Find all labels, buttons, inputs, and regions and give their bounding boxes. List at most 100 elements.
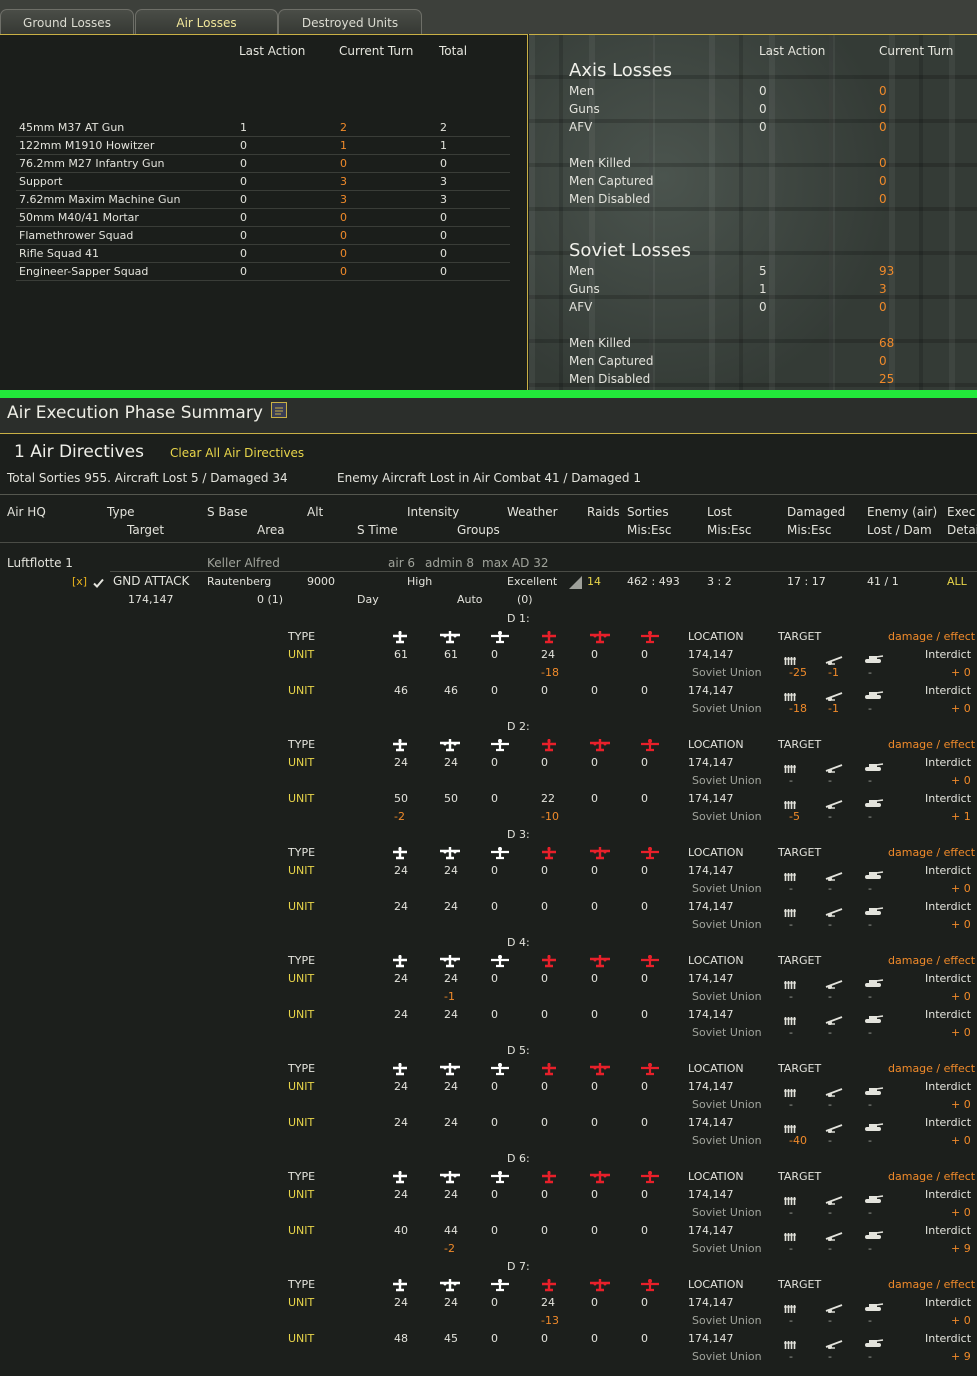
damage-effect-header: damage / effect: [888, 846, 976, 859]
target-loss: -: [828, 1242, 832, 1255]
effect-value: + 0: [951, 1134, 971, 1147]
target-loss: -: [789, 1206, 793, 1219]
axis-detail-current: 0: [879, 192, 887, 206]
unit-label[interactable]: UNIT: [288, 1224, 314, 1237]
soviet-detail-label: Men Disabled: [569, 372, 651, 386]
target-location: 174,147: [688, 972, 734, 985]
air-hq-name[interactable]: Luftflotte 1: [7, 556, 73, 570]
aircraft-count: 0: [641, 1296, 648, 1309]
unit-label[interactable]: UNIT: [288, 684, 314, 697]
axis-losses-title: Axis Losses: [569, 60, 672, 81]
day-block: D 7: TYPE LOCATION TARGET damage / effect UNI…: [0, 1260, 977, 1368]
col-total: Total: [439, 44, 468, 58]
col-intensity: Intensity: [407, 505, 460, 519]
day-label: D 2:: [507, 720, 530, 733]
target-loss: -18: [789, 702, 807, 715]
checkmark-icon[interactable]: [93, 574, 104, 588]
effect-value: + 0: [951, 1206, 971, 1219]
aircraft-count: 24: [444, 972, 458, 985]
report-icon[interactable]: [271, 402, 287, 418]
target-loss: -: [868, 1026, 872, 1039]
directive-exec[interactable]: ALL: [947, 575, 967, 588]
target-loss: -: [789, 774, 793, 787]
location-header: LOCATION: [688, 1170, 744, 1183]
directive-groups: Auto: [457, 593, 483, 606]
target-country: Soviet Union: [692, 882, 762, 895]
unit-label[interactable]: UNIT: [288, 1188, 314, 1201]
enemy-bomber-plane-icon: [590, 845, 610, 860]
target-country: Soviet Union: [692, 1134, 762, 1147]
aircraft-count: 24: [394, 900, 408, 913]
axis-detail-current: 0: [879, 174, 887, 188]
target-country: Soviet Union: [692, 1314, 762, 1327]
type-header: TYPE: [288, 954, 316, 967]
unit-label[interactable]: UNIT: [288, 1116, 314, 1129]
aircraft-loss: -1: [444, 990, 455, 1003]
unit-label[interactable]: UNIT: [288, 756, 314, 769]
col-target: Target: [127, 523, 165, 537]
tank-icon: [864, 793, 884, 812]
clear-directives-link[interactable]: Clear All Air Directives: [170, 446, 304, 460]
soviet-loss-last: 1: [759, 282, 767, 296]
target-loss: -: [789, 882, 793, 895]
target-loss: -: [789, 1314, 793, 1327]
fighter-plane-icon: [390, 737, 410, 752]
unit-label[interactable]: UNIT: [288, 1296, 314, 1309]
aircraft-count: 24: [394, 972, 408, 985]
last-action-value: 0: [240, 139, 247, 152]
tab-ground-losses[interactable]: Ground Losses: [0, 9, 134, 35]
aircraft-count: 0: [591, 900, 598, 913]
last-action-value: 0: [240, 265, 247, 278]
total-value: 3: [440, 193, 447, 206]
unit-name: Engineer-Sapper Squad: [19, 265, 149, 278]
type-header: TYPE: [288, 630, 316, 643]
axis-detail-label: Men Captured: [569, 174, 654, 188]
unit-label[interactable]: UNIT: [288, 972, 314, 985]
target-loss: -: [789, 918, 793, 931]
tank-icon: [864, 1189, 884, 1208]
axis-loss-label: Guns: [569, 102, 600, 116]
total-value: 0: [440, 265, 447, 278]
effect-value: + 0: [951, 918, 971, 931]
recon-plane-icon: [490, 1169, 510, 1184]
aircraft-count: 0: [641, 1224, 648, 1237]
directive-enemy: 41 / 1: [867, 575, 899, 588]
current-turn-value: 3: [340, 193, 347, 206]
effect-value: + 1: [951, 810, 971, 823]
target-loss: -: [868, 1350, 872, 1363]
tank-icon: [864, 901, 884, 920]
unit-label[interactable]: UNIT: [288, 1332, 314, 1345]
target-country: Soviet Union: [692, 1098, 762, 1111]
target-loss: -: [868, 702, 872, 715]
current-turn-value: 0: [340, 229, 347, 242]
aircraft-loss: -2: [394, 810, 405, 823]
tank-icon: [864, 1225, 884, 1244]
current-turn-value: 1: [340, 139, 347, 152]
aircraft-count: 0: [591, 756, 598, 769]
target-loss: -: [789, 1350, 793, 1363]
target-loss: -25: [789, 666, 807, 679]
enemy-recon-plane-icon: [640, 845, 660, 860]
aircraft-count: 24: [444, 1008, 458, 1021]
col-last-action: Last Action: [759, 44, 826, 58]
effect-type: Interdict: [925, 900, 972, 913]
enemy-fighter-plane-icon: [539, 845, 559, 860]
unit-label[interactable]: UNIT: [288, 648, 314, 661]
unit-label[interactable]: UNIT: [288, 1008, 314, 1021]
unit-label[interactable]: UNIT: [288, 864, 314, 877]
target-location: 174,147: [688, 756, 734, 769]
type-header: TYPE: [288, 1170, 316, 1183]
unit-label[interactable]: UNIT: [288, 792, 314, 805]
aircraft-count: 24: [394, 756, 408, 769]
tab-air-losses[interactable]: Air Losses: [135, 9, 278, 35]
axis-loss-last: 0: [759, 84, 767, 98]
location-header: LOCATION: [688, 1062, 744, 1075]
unit-label[interactable]: UNIT: [288, 1080, 314, 1093]
effect-value: + 0: [951, 882, 971, 895]
directive-toggle[interactable]: [x]: [72, 575, 87, 588]
tab-destroyed-units[interactable]: Destroyed Units: [278, 9, 422, 35]
unit-label[interactable]: UNIT: [288, 900, 314, 913]
fighter-plane-icon: [390, 629, 410, 644]
type-header: TYPE: [288, 846, 316, 859]
target-loss: -: [828, 882, 832, 895]
